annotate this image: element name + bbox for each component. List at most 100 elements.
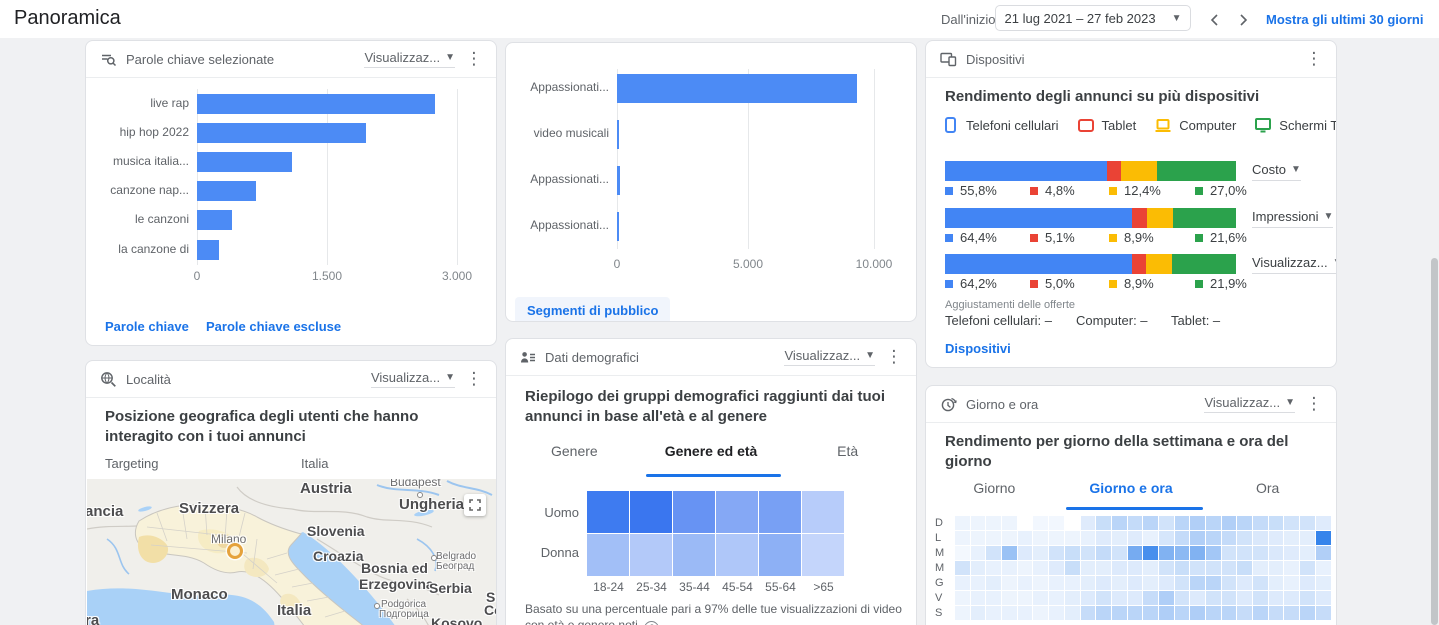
- gridline: [874, 69, 875, 249]
- category-label: Appassionati...: [506, 218, 609, 232]
- bar: [617, 120, 619, 149]
- next-period-button[interactable]: [1233, 9, 1255, 31]
- heatmap-cell: [1018, 561, 1033, 575]
- map-label: Slovenia: [307, 523, 365, 539]
- heatmap-cell: [1112, 561, 1127, 575]
- negative-keywords-link[interactable]: Parole chiave escluse: [206, 319, 341, 334]
- map-label: Croazia: [313, 548, 364, 564]
- legend-swatch: [1030, 187, 1038, 195]
- show-last-30-days-link[interactable]: Mostra gli ultimi 30 giorni: [1266, 12, 1423, 27]
- bid-adjustment-tablet: Tablet: –: [1171, 313, 1220, 328]
- heatmap-cell: [1222, 591, 1237, 605]
- keywords-link[interactable]: Parole chiave: [105, 319, 189, 334]
- kebab-menu-icon[interactable]: ⋮: [464, 49, 484, 69]
- heatmap-cell: [1300, 591, 1315, 605]
- metric-dropdown[interactable]: Impressioni▼: [1252, 209, 1333, 228]
- category-label: la canzone di: [86, 242, 189, 256]
- legend-swatch: [1195, 234, 1203, 242]
- view-dropdown[interactable]: Visualizzaz... ▼: [784, 348, 875, 366]
- map-label: Bosnia ed: [361, 560, 428, 576]
- view-dropdown[interactable]: Visualizzaz... ▼: [1204, 395, 1295, 413]
- heatmap-cell: [1190, 531, 1205, 545]
- heatmap-cell: [1002, 606, 1017, 620]
- heatmap-cell: [1206, 606, 1221, 620]
- category-label: hip hop 2022: [86, 125, 189, 139]
- kebab-menu-icon[interactable]: ⋮: [1304, 394, 1324, 414]
- fullscreen-icon: [469, 499, 481, 511]
- heatmap-cell: [955, 591, 970, 605]
- heatmap-cell: [1253, 576, 1268, 590]
- tab-giorno[interactable]: Giorno: [926, 480, 1063, 496]
- percentage-value: 8,9%: [1124, 230, 1154, 245]
- metric-value: 12,4%: [1109, 183, 1161, 198]
- metric-value: 8,9%: [1109, 230, 1154, 245]
- heatmap-cell: [630, 534, 672, 576]
- date-range-select[interactable]: 21 lug 2021 – 27 feb 2023 ▼: [995, 5, 1191, 31]
- kebab-menu-icon[interactable]: ⋮: [1304, 49, 1324, 69]
- devices-link[interactable]: Dispositivi: [945, 341, 1011, 356]
- heatmap-cell: [1284, 606, 1299, 620]
- heatmap-cell: [587, 491, 629, 533]
- tab-genere[interactable]: Genere: [506, 443, 643, 459]
- legend-swatch: [1109, 187, 1117, 195]
- keywords-icon: [100, 51, 117, 68]
- bar-segment: [1147, 208, 1173, 228]
- geo-map[interactable]: anciaSvizzeraAustriaBudapestUngheriaSlov…: [87, 479, 496, 625]
- kebab-menu-icon[interactable]: ⋮: [464, 369, 484, 389]
- active-tab-underline: [1066, 507, 1203, 510]
- metric-values-row: 64,4%5,1%8,9%21,6%: [945, 230, 1275, 244]
- heatmap-cell: [1206, 591, 1221, 605]
- chevron-down-icon: ▼: [445, 372, 455, 383]
- tab-ora[interactable]: Ora: [1199, 480, 1336, 496]
- heatmap-cell: [971, 591, 986, 605]
- heatmap-cell: [759, 491, 801, 533]
- legend-label: Tablet: [1102, 118, 1137, 133]
- heatmap-cell: [802, 491, 844, 533]
- help-icon[interactable]: ?: [644, 621, 659, 625]
- tab-età[interactable]: Età: [779, 443, 916, 459]
- day-hour-card: Giorno e ora Visualizzaz... ▼ ⋮ Rendimen…: [925, 385, 1337, 625]
- metric-value: 4,8%: [1030, 183, 1075, 198]
- heatmap-cell: [955, 546, 970, 560]
- legend-swatch: [945, 187, 953, 195]
- legend-swatch: [1109, 234, 1117, 242]
- heatmap-cell: [971, 516, 986, 530]
- heatmap-cell: [1300, 546, 1315, 560]
- heatmap-cell: [1065, 561, 1080, 575]
- heatmap-row-label: M: [935, 561, 951, 576]
- scrollbar[interactable]: [1431, 258, 1438, 625]
- previous-period-button[interactable]: [1203, 9, 1225, 31]
- view-dropdown-value: Visualizza...: [371, 370, 440, 385]
- phone-icon: [943, 117, 958, 133]
- heatmap-cell: [1143, 516, 1158, 530]
- view-dropdown-value: Visualizzaz...: [1204, 395, 1280, 410]
- tab-giorno-e-ora[interactable]: Giorno e ora: [1063, 480, 1200, 496]
- gridline: [457, 89, 458, 265]
- view-dropdown[interactable]: Visualizza... ▼: [371, 370, 455, 388]
- heatmap-cell: [1222, 606, 1237, 620]
- axis-tick-label: 5.000: [718, 257, 778, 271]
- tab-genere-ed-età[interactable]: Genere ed età: [643, 443, 780, 459]
- heatmap-cell: [1081, 576, 1096, 590]
- heatmap-cell: [1206, 561, 1221, 575]
- heatmap-cell: [1284, 516, 1299, 530]
- dayhour-subtitle: Rendimento per giorno della settimana e …: [945, 432, 1325, 472]
- metric-dropdown[interactable]: Visualizzaz...▼: [1252, 255, 1337, 274]
- map-label: ancia: [87, 503, 123, 520]
- heatmap-cell: [1112, 591, 1127, 605]
- audience-segments-link[interactable]: Segmenti di pubblico: [515, 297, 670, 322]
- heatmap-cell: [1269, 561, 1284, 575]
- kebab-menu-icon[interactable]: ⋮: [884, 347, 904, 367]
- heatmap-cell: [1033, 591, 1048, 605]
- card-header: Parole chiave selezionate Visualizzaz...…: [86, 41, 496, 78]
- heatmap-cell: [955, 576, 970, 590]
- devices-subtitle: Rendimento degli annunci su più disposit…: [945, 87, 1259, 107]
- view-dropdown[interactable]: Visualizzaz... ▼: [364, 50, 455, 68]
- percentage-value: 21,6%: [1210, 230, 1247, 245]
- heatmap-col-label: 55-64: [759, 580, 802, 594]
- fullscreen-button[interactable]: [464, 494, 486, 516]
- heatmap-cell: [1284, 576, 1299, 590]
- heatmap-cell: [630, 491, 672, 533]
- heatmap-cell: [1096, 561, 1111, 575]
- metric-dropdown[interactable]: Costo▼: [1252, 162, 1301, 181]
